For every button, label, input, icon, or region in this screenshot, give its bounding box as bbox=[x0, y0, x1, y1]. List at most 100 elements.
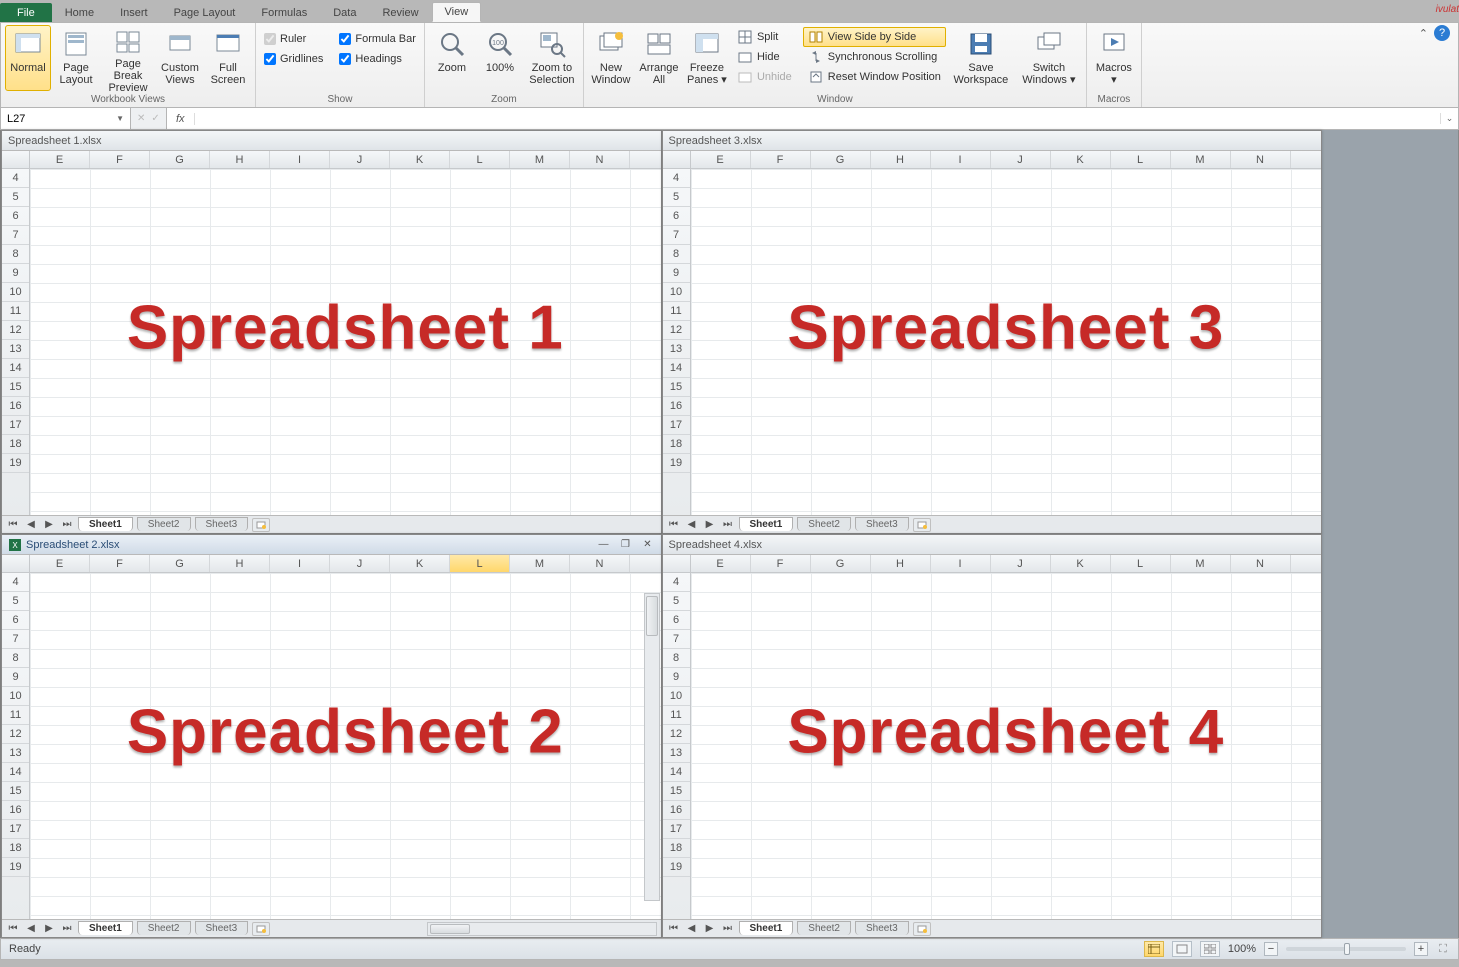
column-header[interactable]: L bbox=[1111, 151, 1171, 168]
save-workspace-button[interactable]: Save Workspace bbox=[948, 25, 1014, 91]
row-header[interactable]: 4 bbox=[663, 169, 690, 188]
column-header[interactable]: H bbox=[871, 151, 931, 168]
row-header[interactable]: 7 bbox=[2, 226, 29, 245]
hide-button[interactable]: Hide bbox=[732, 47, 797, 67]
sheet-tab[interactable]: Sheet1 bbox=[78, 517, 133, 531]
row-headers[interactable]: 45678910111213141516171819 bbox=[663, 169, 691, 515]
row-header[interactable]: 14 bbox=[663, 763, 690, 782]
row-header[interactable]: 9 bbox=[2, 668, 29, 687]
new-sheet-button[interactable] bbox=[913, 922, 931, 936]
row-header[interactable]: 14 bbox=[2, 763, 29, 782]
first-sheet-icon[interactable]: ⏮ bbox=[667, 922, 681, 936]
unhide-button[interactable]: Unhide bbox=[732, 67, 797, 87]
zoom-100-button[interactable]: 100 100% bbox=[477, 25, 523, 91]
column-headers[interactable]: EFGHIJKLMN bbox=[663, 555, 1322, 573]
last-sheet-icon[interactable]: ⏭ bbox=[60, 922, 74, 936]
column-header[interactable]: H bbox=[210, 151, 270, 168]
document-window[interactable]: XSpreadsheet 2.xlsx—❐✕EFGHIJKLMN45678910… bbox=[1, 534, 662, 938]
row-header[interactable]: 14 bbox=[663, 359, 690, 378]
row-header[interactable]: 13 bbox=[663, 340, 690, 359]
column-header[interactable]: G bbox=[150, 555, 210, 572]
arrange-all-button[interactable]: Arrange All bbox=[636, 25, 682, 91]
cells-area[interactable]: Spreadsheet 1 bbox=[30, 169, 661, 515]
expand-formula-bar-icon[interactable]: ⌄ bbox=[1440, 113, 1458, 124]
switch-windows-button[interactable]: Switch Windows ▾ bbox=[1016, 25, 1082, 91]
first-sheet-icon[interactable]: ⏮ bbox=[667, 518, 681, 532]
normal-view-button[interactable]: Normal bbox=[5, 25, 51, 91]
tab-data[interactable]: Data bbox=[320, 3, 369, 22]
split-button[interactable]: Split bbox=[732, 27, 797, 47]
row-header[interactable]: 11 bbox=[663, 706, 690, 725]
column-header[interactable]: N bbox=[1231, 555, 1291, 572]
row-header[interactable]: 18 bbox=[663, 839, 690, 858]
column-header[interactable]: K bbox=[1051, 555, 1111, 572]
column-header[interactable]: J bbox=[330, 555, 390, 572]
row-header[interactable]: 13 bbox=[2, 340, 29, 359]
select-all-corner[interactable] bbox=[663, 555, 691, 572]
sheet-tab[interactable]: Sheet2 bbox=[797, 921, 851, 935]
zoom-out-button[interactable]: − bbox=[1264, 942, 1278, 956]
row-header[interactable]: 18 bbox=[663, 435, 690, 454]
row-header[interactable]: 5 bbox=[2, 188, 29, 207]
column-header[interactable]: J bbox=[991, 555, 1051, 572]
row-header[interactable]: 16 bbox=[663, 397, 690, 416]
gridlines-checkbox[interactable]: Gridlines bbox=[260, 49, 327, 69]
row-header[interactable]: 8 bbox=[663, 649, 690, 668]
tab-file[interactable]: File bbox=[0, 3, 52, 22]
row-header[interactable]: 5 bbox=[663, 592, 690, 611]
row-header[interactable]: 9 bbox=[663, 264, 690, 283]
window-minimize-icon[interactable]: — bbox=[597, 539, 611, 551]
document-window[interactable]: Spreadsheet 4.xlsxEFGHIJKLMN456789101112… bbox=[662, 534, 1323, 938]
row-header[interactable]: 7 bbox=[663, 630, 690, 649]
last-sheet-icon[interactable]: ⏭ bbox=[721, 518, 735, 532]
column-headers[interactable]: EFGHIJKLMN bbox=[2, 555, 661, 573]
new-sheet-button[interactable] bbox=[252, 922, 270, 936]
row-header[interactable]: 13 bbox=[2, 744, 29, 763]
row-header[interactable]: 8 bbox=[2, 649, 29, 668]
window-restore-icon[interactable]: ❐ bbox=[619, 539, 633, 551]
sheet-tab[interactable]: Sheet2 bbox=[137, 517, 191, 531]
row-header[interactable]: 6 bbox=[663, 611, 690, 630]
column-header[interactable]: G bbox=[811, 151, 871, 168]
window-close-icon[interactable]: ✕ bbox=[641, 539, 655, 551]
column-header[interactable]: H bbox=[871, 555, 931, 572]
column-header[interactable]: I bbox=[270, 555, 330, 572]
row-header[interactable]: 10 bbox=[2, 687, 29, 706]
first-sheet-icon[interactable]: ⏮ bbox=[6, 922, 20, 936]
row-header[interactable]: 4 bbox=[663, 573, 690, 592]
row-header[interactable]: 16 bbox=[2, 397, 29, 416]
headings-checkbox[interactable]: Headings bbox=[335, 49, 420, 69]
reset-window-position-button[interactable]: Reset Window Position bbox=[803, 67, 946, 87]
sheet-tab[interactable]: Sheet3 bbox=[855, 921, 909, 935]
next-sheet-icon[interactable]: ▶ bbox=[703, 518, 717, 532]
row-header[interactable]: 7 bbox=[663, 226, 690, 245]
row-header[interactable]: 15 bbox=[663, 782, 690, 801]
ruler-checkbox[interactable]: Ruler bbox=[260, 29, 327, 49]
tab-view[interactable]: View bbox=[432, 2, 482, 22]
row-header[interactable]: 11 bbox=[2, 302, 29, 321]
column-header[interactable]: M bbox=[1171, 555, 1231, 572]
row-headers[interactable]: 45678910111213141516171819 bbox=[663, 573, 691, 919]
column-headers[interactable]: EFGHIJKLMN bbox=[663, 151, 1322, 169]
select-all-corner[interactable] bbox=[2, 151, 30, 168]
view-side-by-side-button[interactable]: View Side by Side bbox=[803, 27, 946, 47]
sheet-tab[interactable]: Sheet3 bbox=[195, 517, 249, 531]
full-screen-button[interactable]: Full Screen bbox=[205, 25, 251, 91]
column-header[interactable]: N bbox=[570, 151, 630, 168]
scrollbar-thumb[interactable] bbox=[430, 924, 470, 934]
document-title-bar[interactable]: Spreadsheet 1.xlsx bbox=[2, 131, 661, 151]
column-header[interactable]: I bbox=[931, 151, 991, 168]
row-header[interactable]: 9 bbox=[663, 668, 690, 687]
minimize-ribbon-icon[interactable]: ⌃ bbox=[1419, 27, 1428, 40]
next-sheet-icon[interactable]: ▶ bbox=[42, 518, 56, 532]
macros-button[interactable]: Macros ▾ bbox=[1091, 25, 1137, 91]
sheet-tab[interactable]: Sheet3 bbox=[855, 517, 909, 531]
row-header[interactable]: 10 bbox=[663, 283, 690, 302]
row-header[interactable]: 12 bbox=[2, 725, 29, 744]
document-window[interactable]: Spreadsheet 1.xlsxEFGHIJKLMN456789101112… bbox=[1, 130, 662, 534]
help-icon[interactable]: ? bbox=[1434, 25, 1450, 41]
row-header[interactable]: 5 bbox=[663, 188, 690, 207]
prev-sheet-icon[interactable]: ◀ bbox=[685, 518, 699, 532]
column-header[interactable]: I bbox=[270, 151, 330, 168]
new-sheet-button[interactable] bbox=[252, 518, 270, 532]
